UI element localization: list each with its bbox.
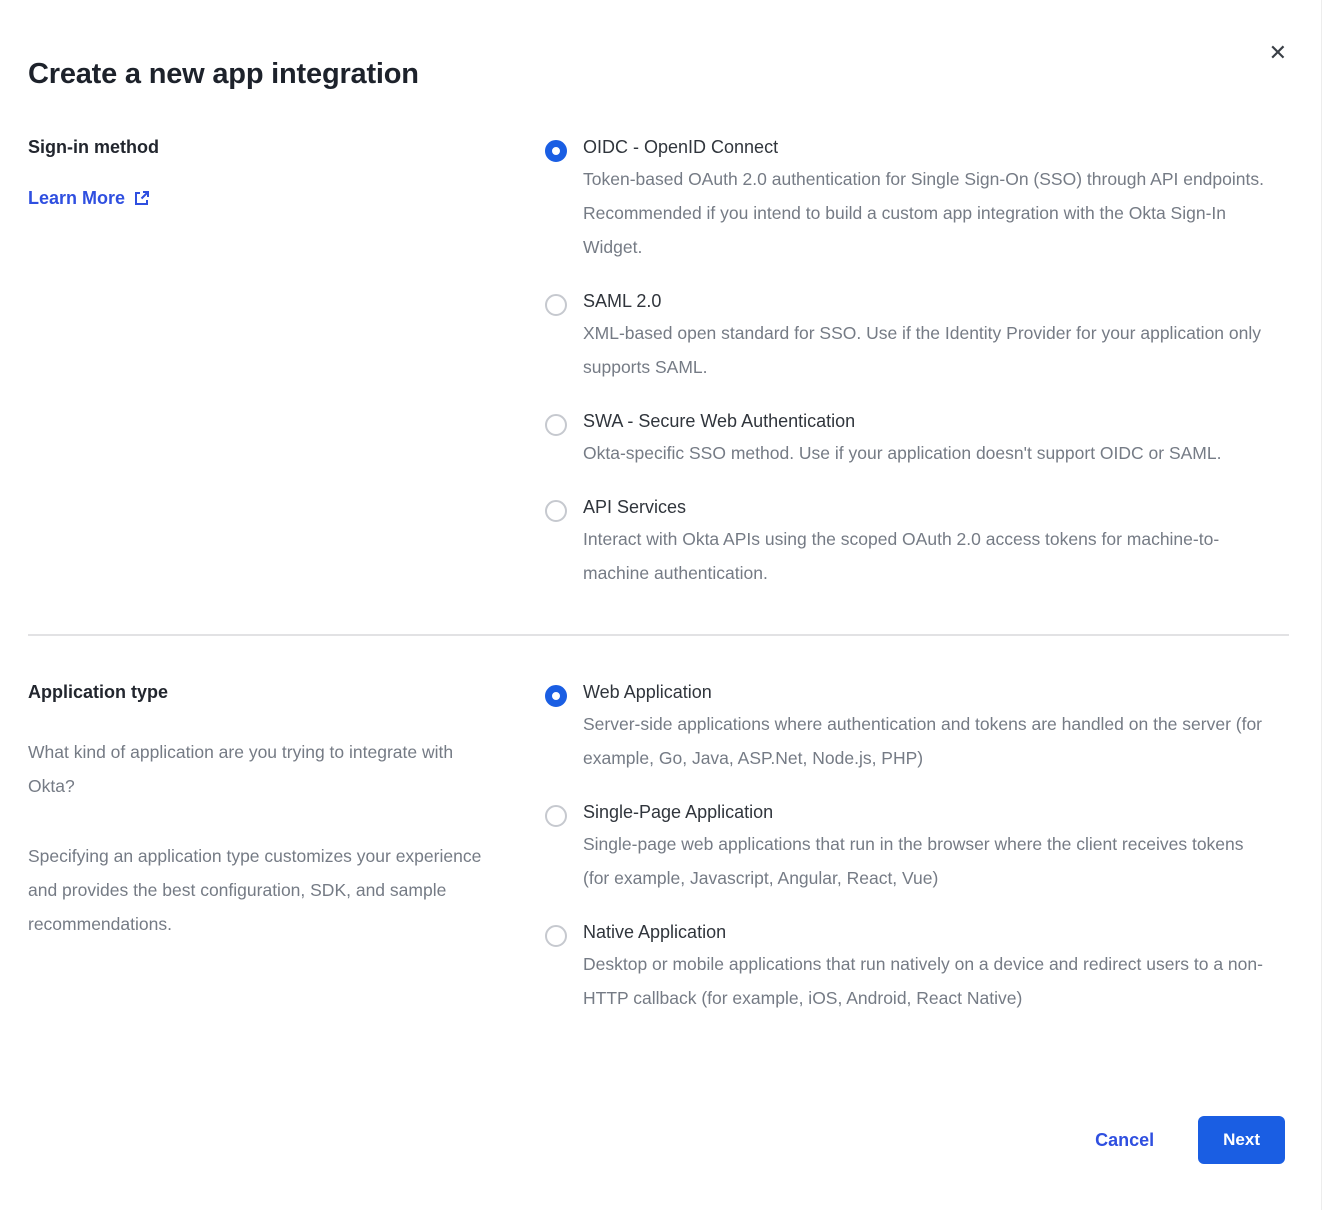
option-label: API Services [583,497,1273,518]
radio-icon[interactable] [545,500,567,522]
dialog-footer: Cancel Next [1095,1116,1285,1164]
signin-option-oidc[interactable]: OIDC - OpenID Connect Token-based OAuth … [545,137,1273,264]
application-type-explanation: Specifying an application type customize… [28,839,498,941]
signin-option-api-services[interactable]: API Services Interact with Okta APIs usi… [545,497,1273,590]
application-type-left-column: Application type What kind of applicatio… [28,682,545,1015]
signin-method-options: OIDC - OpenID Connect Token-based OAuth … [545,137,1305,590]
signin-method-section: Sign-in method Learn More OIDC - OpenID … [28,137,1321,590]
option-label: SWA - Secure Web Authentication [583,411,1221,432]
application-type-options: Web Application Server-side applications… [545,682,1305,1015]
option-description: Interact with Okta APIs using the scoped… [583,522,1273,590]
application-type-label: Application type [28,682,545,703]
external-link-icon [133,190,150,207]
page-title: Create a new app integration [28,58,1321,91]
option-description: XML-based open standard for SSO. Use if … [583,316,1273,384]
section-divider [28,634,1289,636]
option-text: SWA - Secure Web Authentication Okta-spe… [583,411,1221,470]
option-description: Single-page web applications that run in… [583,827,1273,895]
signin-option-swa[interactable]: SWA - Secure Web Authentication Okta-spe… [545,411,1273,470]
option-description: Desktop or mobile applications that run … [583,947,1273,1015]
option-label: Web Application [583,682,1273,703]
option-description: Server-side applications where authentic… [583,707,1273,775]
learn-more-label: Learn More [28,188,125,209]
option-text: SAML 2.0 XML-based open standard for SSO… [583,291,1273,384]
option-text: API Services Interact with Okta APIs usi… [583,497,1273,590]
signin-method-left-column: Sign-in method Learn More [28,137,545,590]
option-description: Okta-specific SSO method. Use if your ap… [583,436,1221,470]
cancel-button[interactable]: Cancel [1095,1130,1154,1151]
apptype-option-native[interactable]: Native Application Desktop or mobile app… [545,922,1273,1015]
radio-icon[interactable] [545,925,567,947]
apptype-option-spa[interactable]: Single-Page Application Single-page web … [545,802,1273,895]
application-type-question: What kind of application are you trying … [28,735,498,803]
radio-selected-icon[interactable] [545,685,567,707]
close-icon[interactable]: ✕ [1265,38,1291,68]
apptype-option-web[interactable]: Web Application Server-side applications… [545,682,1273,775]
option-text: Native Application Desktop or mobile app… [583,922,1273,1015]
radio-icon[interactable] [545,294,567,316]
create-app-integration-dialog: ✕ Create a new app integration Sign-in m… [0,0,1322,1210]
option-label: Native Application [583,922,1273,943]
radio-icon[interactable] [545,414,567,436]
signin-method-label: Sign-in method [28,137,545,158]
option-label: Single-Page Application [583,802,1273,823]
option-label: OIDC - OpenID Connect [583,137,1273,158]
signin-option-saml[interactable]: SAML 2.0 XML-based open standard for SSO… [545,291,1273,384]
next-button[interactable]: Next [1198,1116,1285,1164]
option-text: Single-Page Application Single-page web … [583,802,1273,895]
radio-icon[interactable] [545,805,567,827]
radio-selected-icon[interactable] [545,140,567,162]
application-type-section: Application type What kind of applicatio… [28,682,1321,1015]
learn-more-link[interactable]: Learn More [28,188,150,209]
option-text: OIDC - OpenID Connect Token-based OAuth … [583,137,1273,264]
option-label: SAML 2.0 [583,291,1273,312]
option-text: Web Application Server-side applications… [583,682,1273,775]
option-description: Token-based OAuth 2.0 authentication for… [583,162,1273,264]
